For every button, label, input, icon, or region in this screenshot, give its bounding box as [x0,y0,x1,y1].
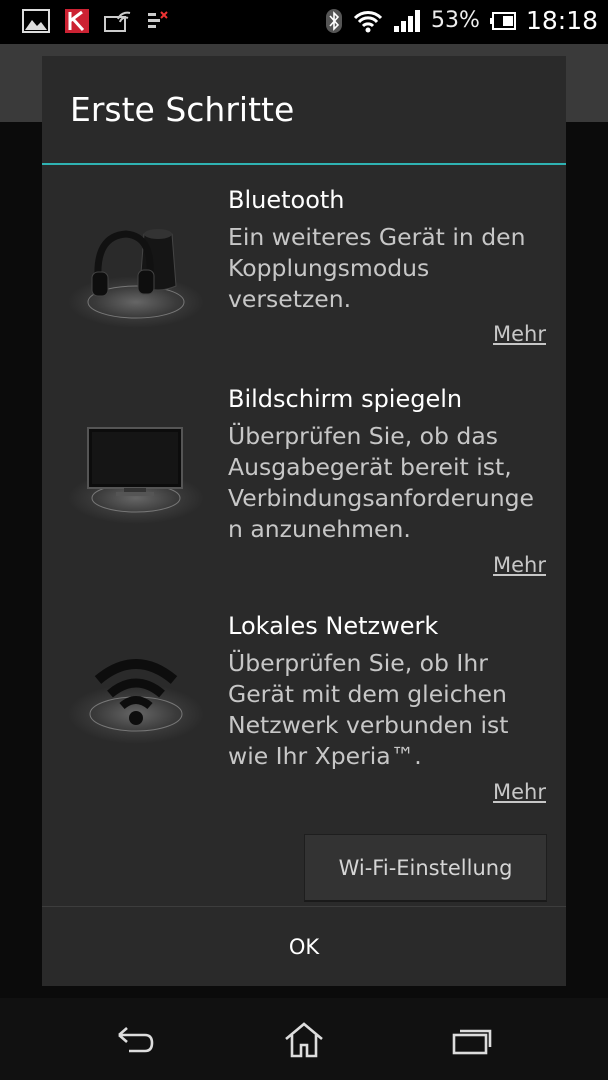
wifi-settings-button[interactable]: Wi-Fi-Einstellung [304,834,547,902]
bluetooth-icon [326,8,343,33]
cell-signal-icon [394,9,421,32]
wifi-network-icon [68,659,204,744]
data-transfer-icon [148,11,168,28]
home-button[interactable] [279,1018,329,1062]
more-link[interactable]: Mehr [493,322,546,346]
tv-icon [68,427,204,524]
notification-icons [22,8,170,34]
more-link[interactable]: Mehr [493,553,546,577]
home-icon [285,1022,323,1058]
battery-icon [489,11,516,30]
navigation-bar [0,998,608,1080]
gallery-icon [22,9,50,33]
item-title: Bildschirm spiegeln [228,385,463,413]
headphones-speaker-icon [68,229,204,328]
recent-apps-button[interactable] [448,1018,498,1062]
item-title: Lokales Netzwerk [228,612,439,640]
back-icon [118,1027,154,1053]
title-divider [42,163,566,165]
wifi-screen-icon [104,11,131,32]
getting-started-dialog: Erste Schritte Bluetooth Ein weiteres Ge… [42,56,566,986]
recent-apps-icon [452,1029,492,1055]
dialog-title: Erste Schritte [70,90,295,129]
item-description: Überprüfen Sie, ob Ihr Gerät mit dem gle… [228,649,509,770]
battery-percent: 53% [431,8,480,33]
item-description: Überprüfen Sie, ob das Ausgabegerät bere… [228,422,534,543]
wifi-signal-icon [353,10,383,32]
system-status: 53% 18:18 [325,6,598,35]
status-bar: 53% 18:18 [0,0,608,44]
item-title: Bluetooth [228,186,345,214]
item-description: Ein weiteres Gerät in den Kopplungsmodus… [228,223,526,313]
more-link[interactable]: Mehr [493,780,546,804]
kaspersky-icon [65,9,89,33]
back-button[interactable] [110,1018,160,1062]
clock: 18:18 [525,6,598,35]
ok-button[interactable]: OK [42,907,566,986]
